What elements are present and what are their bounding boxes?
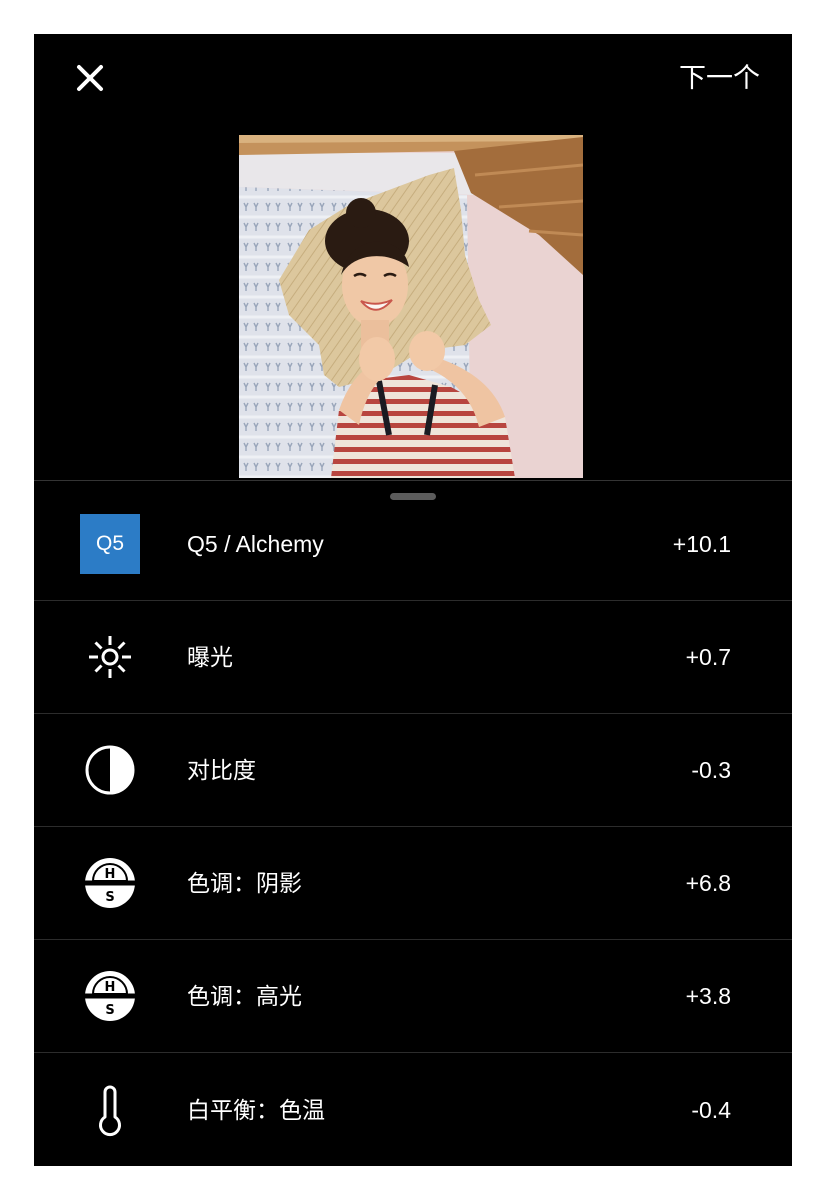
photo-left-hand [359,337,395,381]
adjustment-label: Q5 / Alchemy [187,531,324,557]
q5-badge: Q5 [80,514,140,574]
sheet-divider [34,480,792,481]
adjustment-value: -0.4 [691,1096,731,1123]
hue-saturation-icon: H S [80,966,140,1026]
adjustment-value: -0.3 [691,757,731,783]
hue-saturation-icon: H S [80,853,140,913]
edit-summary-screen: 下一个 Q5 Q5 / Alchemy +10.1 曝光 +0.7 对比度 -0… [34,34,792,1166]
adjustment-value: +6.8 [685,870,731,896]
adjustment-label: 曝光 [187,644,233,670]
photo-preview [239,135,583,478]
adjustment-row-exposure[interactable]: 曝光 +0.7 [34,601,792,714]
thermometer-icon [80,1080,140,1140]
adjustment-value: +3.8 [685,983,731,1009]
adjustment-row-contrast[interactable]: 对比度 -0.3 [34,714,792,827]
hue-letter: H [105,867,116,882]
adjustment-row-white-balance[interactable]: 白平衡：色温 -0.4 [34,1053,792,1166]
adjustment-list: Q5 Q5 / Alchemy +10.1 曝光 +0.7 对比度 -0.3 H… [34,488,792,1166]
adjustment-label: 白平衡：色温 [187,1096,325,1123]
adjustment-row-preset[interactable]: Q5 Q5 / Alchemy +10.1 [34,488,792,601]
close-icon[interactable] [74,62,106,94]
adjustment-row-highlight-tint[interactable]: H S 色调：高光 +3.8 [34,940,792,1053]
next-button[interactable]: 下一个 [679,61,760,95]
adjustment-label: 色调：高光 [187,983,302,1009]
saturation-letter: S [105,890,114,905]
sun-icon [80,627,140,687]
adjustment-value: +0.7 [685,644,731,670]
adjustment-row-shadow-tint[interactable]: H S 色调：阴影 +6.8 [34,827,792,940]
adjustment-label: 色调：阴影 [187,870,302,896]
saturation-letter: S [105,1003,114,1018]
contrast-icon [80,740,140,800]
hue-letter: H [105,980,116,995]
adjustment-label: 对比度 [187,757,256,783]
photo-right-hand [409,331,445,371]
adjustment-value: +10.1 [672,531,731,557]
